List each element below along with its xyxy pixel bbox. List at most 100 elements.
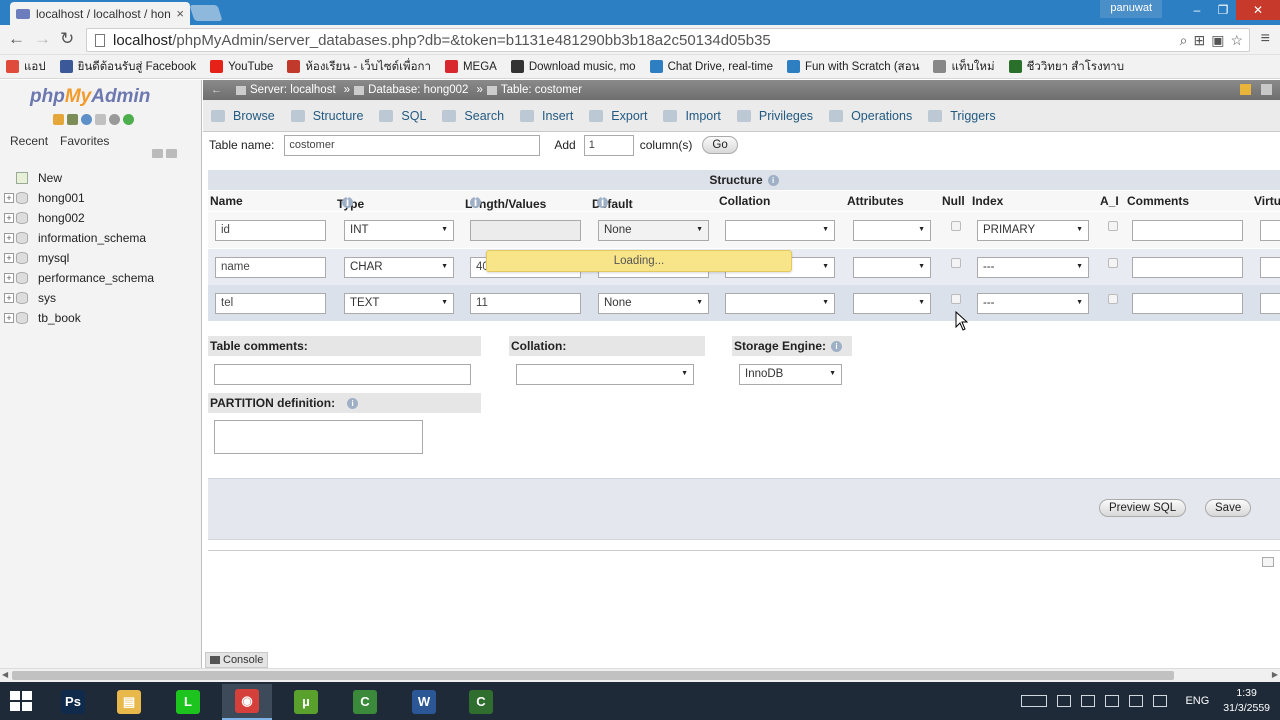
bookmark-item[interactable]: ชีววิทยา สำโรงทาบ (1008, 58, 1124, 76)
table-comments-input[interactable] (214, 364, 471, 385)
field-name-input[interactable]: tel (215, 293, 326, 314)
forward-arrow-icon[interactable]: → (34, 29, 51, 49)
help-icon[interactable] (81, 114, 92, 125)
field-index-select[interactable]: PRIMARY (977, 220, 1089, 241)
field-attributes-select[interactable] (853, 293, 931, 314)
expand-icon[interactable]: + (4, 193, 14, 203)
window-close-icon[interactable]: ✕ (1236, 0, 1280, 20)
language-indicator[interactable]: ENG (1185, 695, 1209, 707)
add-columns-input[interactable] (583, 134, 634, 156)
tab-insert[interactable]: Insert (520, 109, 573, 123)
sidebar-item-database[interactable]: + information_schema (4, 228, 154, 248)
field-index-select[interactable]: --- (977, 293, 1089, 314)
sidebar-item-database[interactable]: + hong001 (4, 188, 154, 208)
taskbar-photoshop[interactable]: Ps (48, 684, 98, 720)
browser-tab[interactable]: localhost / localhost / hon × (10, 2, 190, 25)
field-length-input[interactable] (470, 220, 581, 241)
expand-icon[interactable]: + (4, 273, 14, 283)
bookmark-item[interactable]: YouTube (210, 60, 273, 73)
scroll-right-icon[interactable]: ▶ (1272, 670, 1278, 679)
reload-nav-icon[interactable] (123, 114, 134, 125)
field-type-select[interactable]: CHAR (344, 257, 454, 278)
bookmark-star-icon[interactable]: ☆ (1230, 32, 1243, 49)
horizontal-scrollbar[interactable]: ◀ ▶ (0, 668, 1280, 682)
bookmark-item[interactable]: ยินดีต้อนรับสู่ Facebook (59, 58, 196, 76)
field-type-select[interactable]: INT (344, 220, 454, 241)
collapse-arrow-icon[interactable]: ← (211, 84, 222, 96)
settings-gear-icon[interactable] (109, 114, 120, 125)
collapse-all-icon[interactable] (152, 149, 163, 158)
flag-icon[interactable] (1105, 695, 1120, 707)
action-center-icon[interactable] (1057, 695, 1072, 707)
windows-start-icon[interactable] (10, 691, 32, 711)
field-virtuality-select[interactable] (1260, 257, 1280, 278)
field-collation-select[interactable] (725, 220, 835, 241)
reload-icon[interactable]: ↻ (60, 29, 74, 49)
preview-sql-button[interactable]: Preview SQL (1099, 499, 1187, 517)
console-toggle[interactable]: Console (205, 652, 269, 668)
expand-icon[interactable]: + (4, 213, 14, 223)
breadcrumb-table[interactable]: Table: costomer (486, 84, 582, 96)
phpmyadmin-logo[interactable]: phpMyAdmin (30, 86, 150, 108)
table-collation-select[interactable] (516, 364, 694, 385)
new-tab-button[interactable] (189, 5, 223, 21)
info-icon[interactable]: i (342, 196, 353, 208)
breadcrumb-server[interactable]: Server: localhost (236, 84, 336, 96)
expand-icon[interactable]: + (4, 233, 14, 243)
tab-triggers[interactable]: Triggers (928, 109, 996, 123)
recent-tab[interactable]: Recent (10, 134, 48, 148)
scroll-left-icon[interactable]: ◀ (2, 670, 8, 679)
address-bar[interactable]: localhost/phpMyAdmin/server_databases.ph… (86, 28, 1250, 52)
field-virtuality-select[interactable] (1260, 293, 1280, 314)
field-name-input[interactable]: id (215, 220, 326, 241)
volume-icon[interactable] (1129, 695, 1144, 707)
field-comments-input[interactable] (1132, 220, 1243, 241)
back-arrow-icon[interactable]: ← (8, 29, 25, 49)
link-with-main-icon[interactable] (166, 149, 177, 158)
home-icon[interactable] (53, 114, 64, 125)
expand-icon[interactable]: + (4, 253, 14, 263)
expand-icon[interactable]: + (4, 313, 14, 323)
field-virtuality-select[interactable] (1260, 220, 1280, 241)
url-text[interactable]: localhost/phpMyAdmin/server_databases.ph… (113, 32, 771, 49)
storage-engine-select[interactable]: InnoDB (739, 364, 842, 385)
save-button[interactable]: Save (1205, 499, 1252, 517)
scrollbar-thumb[interactable] (12, 671, 1174, 680)
field-type-select[interactable]: TEXT (344, 293, 454, 314)
partition-textarea[interactable] (214, 420, 423, 454)
info-icon[interactable]: i (347, 398, 359, 410)
field-ai-checkbox[interactable] (1108, 258, 1118, 268)
bookmark-item[interactable]: ห้องเรียน - เว็บไซต์เพื่อกา (287, 58, 431, 76)
field-ai-checkbox[interactable] (1108, 221, 1118, 231)
taskbar-utorrent[interactable]: µ (281, 684, 331, 720)
field-collation-select[interactable] (725, 293, 835, 314)
field-null-checkbox[interactable] (951, 221, 961, 231)
go-button[interactable]: Go (702, 136, 738, 154)
field-name-input[interactable]: name (215, 257, 326, 278)
tab-browse[interactable]: Browse (211, 109, 275, 123)
taskbar-file-explorer[interactable]: ▤ (104, 684, 154, 720)
taskbar-chrome[interactable]: ◉ (222, 684, 272, 720)
field-default-select[interactable]: None (598, 220, 709, 241)
lock-icon[interactable] (1240, 84, 1251, 95)
bookmark-item[interactable]: แอป (6, 58, 46, 76)
network-icon[interactable] (1081, 695, 1096, 707)
tab-close-icon[interactable]: × (176, 6, 184, 21)
tab-import[interactable]: Import (663, 109, 721, 123)
taskbar-camtasia[interactable]: C (456, 684, 506, 720)
menu-collapse-icon[interactable] (1261, 84, 1272, 95)
field-comments-input[interactable] (1132, 293, 1243, 314)
bookmark-item[interactable]: MEGA (444, 60, 497, 73)
tab-structure[interactable]: Structure (290, 109, 363, 123)
field-default-select[interactable]: None (598, 293, 709, 314)
bookmark-item[interactable]: Chat Drive, real-time (649, 60, 773, 73)
field-ai-checkbox[interactable] (1108, 294, 1118, 304)
info-icon[interactable]: i (470, 196, 481, 208)
docs-icon[interactable] (95, 114, 106, 125)
sidebar-item-database[interactable]: + tb_book (4, 308, 154, 328)
sidebar-item-database[interactable]: + sys (4, 288, 154, 308)
favorites-tab[interactable]: Favorites (60, 134, 109, 148)
taskbar-line[interactable]: L (163, 684, 213, 720)
sidebar-item-new[interactable]: New (4, 168, 154, 188)
bookmark-item[interactable]: แท็บใหม่ (933, 58, 995, 76)
